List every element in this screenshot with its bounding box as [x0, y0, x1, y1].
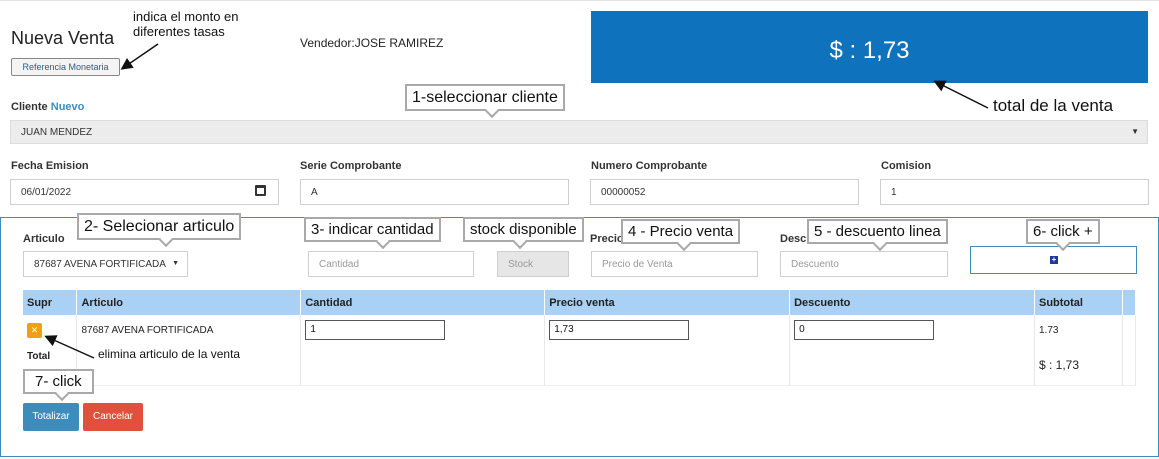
arrow-monto: [120, 43, 159, 70]
annotation-arrows: [44, 43, 989, 359]
arrow-total: [933, 80, 989, 109]
arrow-elimina: [44, 335, 95, 359]
